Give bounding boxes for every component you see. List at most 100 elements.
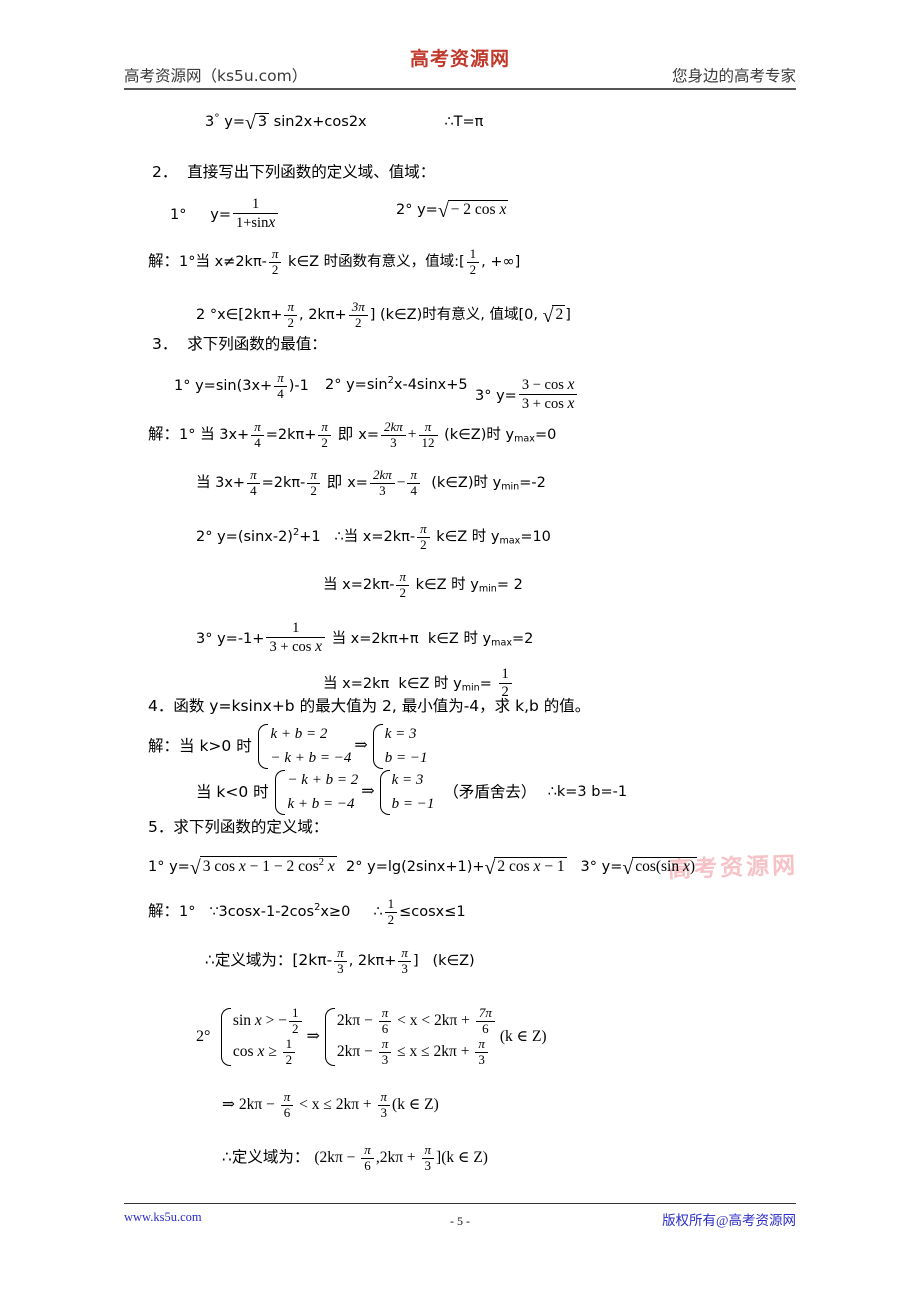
radicand: cos(sin x) (632, 857, 698, 875)
solution-2-prefix: 2 °x∈[2kπ+ (196, 307, 283, 324)
fraction-denominator: 3 + cos x (521, 394, 575, 412)
fraction: 3 − cos x3 + cos x (518, 376, 578, 413)
problem-3-solution-1: 解：1° 当 3x+ π 4 =2kπ+ π 2 即 x= 2kπ 3 + π 12 (k∈Z)时 … (148, 419, 557, 451)
problem-4-solution-case1: 解：当 k>0 时 k + b = 2 − k + b = −4 ⇒ k = 3 b =… (148, 722, 429, 771)
s4-b: < x ≤ 2kπ + (295, 1096, 376, 1114)
solution-1-prefix: 1°当 x≠2kπ- (179, 254, 267, 271)
item-marker-2: 2° (346, 859, 363, 876)
problem-2-item-2: 2° y=√ − 2 cos x (396, 200, 509, 221)
radicand: 2 (552, 305, 566, 323)
s5-a: ∴定义域为： (222, 1148, 310, 1167)
s6-b: k∈Z 时 ymin= (398, 675, 492, 694)
s1-plus: + (407, 426, 417, 444)
footer-divider (124, 1203, 796, 1204)
problem-5-solution-2c: ∴定义域为： (2kπ − π 6,2kπ + π 3](k ∈ Z) (222, 1142, 488, 1174)
system-row: 2kπ − π6 < x < 2kπ + 7π 6 (337, 1005, 497, 1037)
problem-3-heading: 3． 求下列函数的最值： (152, 335, 327, 353)
problem-3-item-2: 2° y=sin2x-4sinx+5 (325, 376, 468, 393)
fraction: π2 (268, 246, 282, 278)
problem-3-solution-3b: 当 x=2kπ k∈Z 时 ymin= 12 (323, 666, 514, 700)
footer-url[interactable]: www.ks5u.com (124, 1210, 202, 1225)
page-footer: www.ks5u.com - 5 - 版权所有@高考资源网 (124, 1210, 796, 1234)
fraction: 12 (466, 246, 480, 278)
item-marker-2: 2° (325, 376, 342, 393)
fraction: π4 (407, 467, 420, 499)
problem-4-heading: 4．函数 y=ksinx+b 的最大值为 2, 最小值为-4，求 k,b 的值。 (148, 697, 590, 715)
fraction: π2 (396, 569, 409, 601)
problem-2-heading: 2． 直接写出下列函数的定义域、值域： (152, 163, 436, 181)
equation-system-1: k + b = 2 − k + b = −4 (256, 722, 351, 771)
implies-arrow: ⇒ (306, 1027, 320, 1045)
system-row: k + b = −4 (287, 796, 355, 813)
s2-b: , 2kπ+ (348, 953, 397, 970)
system-row: k = 3 (384, 726, 417, 742)
fraction-numerator: 1 (232, 196, 279, 214)
item-1-expr-a: y=sin(3x+ (195, 378, 273, 395)
item-2-lhs: y=lg(2sinx+1)+ (367, 859, 485, 876)
s1-c: ∴ (373, 904, 383, 921)
fraction: π4 (247, 467, 260, 499)
s5-c: k∈Z 时 ymax=2 (427, 630, 534, 649)
s4-b: k∈Z 时 ymin= 2 (415, 577, 523, 595)
fraction: π6 (361, 1142, 374, 1174)
s5-b: (2kπ − (314, 1149, 360, 1167)
problem-2-title: 直接写出下列函数的定义域、值域： (187, 163, 436, 181)
item-marker: 3 (205, 114, 215, 130)
case-2-note: （矛盾舍去） (443, 782, 537, 801)
system-row: b = −1 (384, 750, 428, 767)
s1-d: ≤cosx≤1 (399, 904, 466, 921)
item-1-expr-b: )-1 (288, 378, 309, 395)
problem-4-title: 函数 y=ksinx+b 的最大值为 2, 最小值为-4，求 k,b 的值 (173, 697, 575, 715)
problem-5-solution-2: 2° sin x > −1 2 cos x ≥ 12 ⇒ 2kπ − π6 < x… (196, 1005, 547, 1068)
fraction: π2 (318, 419, 331, 451)
radicand: 3 cos x − 1 − 2 cos2 x (199, 856, 337, 875)
item-marker-3: 3° (580, 859, 597, 876)
s2-kz: (k∈Z) (432, 953, 475, 970)
s3-d: k∈Z 时 ymax=10 (436, 529, 551, 547)
fraction: 3π 2 (348, 299, 368, 331)
sub-marker: 1° (179, 904, 196, 921)
s6-a: 当 x=2kπ (323, 675, 390, 692)
footer-copyright: 版权所有@高考资源网 (662, 1213, 796, 1228)
system-row: − k + b = −4 (270, 750, 352, 767)
page-number: - 5 - (450, 1214, 470, 1228)
radical: √ 3 cos x − 1 − 2 cos2 x (190, 856, 337, 879)
solution-label: 解： (148, 902, 180, 921)
problem-4-conclusion: ∴k=3 b=-1 (547, 784, 628, 801)
s2-d: (k∈Z)时 ymin=-2 (431, 475, 546, 493)
problem-3-number: 3． (152, 335, 178, 353)
expression-lhs: y= (224, 114, 245, 130)
solution-2-mid2: ] (k∈Z)时有意义, 值域[0, (369, 307, 538, 324)
problem-2-solution-2: 2 °x∈[2kπ+ π 2, 2kπ+ 3π 2] (k∈Z)时有意义, 值域[0, … (196, 299, 571, 331)
fraction: π4 (274, 370, 287, 402)
item-marker-1: 1° (174, 378, 191, 395)
fraction: 2kπ 3 (380, 419, 406, 451)
solution-2-mid: , 2kπ+ (298, 307, 347, 324)
item-3-lhs: y= (496, 388, 517, 405)
item-marker-1: 1° (170, 206, 187, 223)
problem-5-number: 5． (148, 818, 174, 836)
solution-label: 解： (148, 252, 180, 271)
header-logo: 高考资源网 (409, 49, 511, 70)
s5-b: 当 x=2kπ+π (331, 630, 419, 647)
sub-marker: 2° (196, 1027, 211, 1045)
s4-arrow: ⇒ 2kπ − (222, 1096, 279, 1114)
fraction-numerator: 3 − cos x (518, 376, 578, 395)
s1-b: =2kπ+ (265, 427, 317, 444)
equation-system-3: − k + b = 2 k + b = −4 (273, 768, 358, 817)
system-row: sin x > −1 2 (233, 1005, 304, 1037)
equation-system-4: k = 3 b = −1 (378, 768, 435, 817)
equation-system-2: k = 3 b = −1 (371, 722, 428, 771)
solution-1-tail: , +∞] (481, 254, 521, 271)
s1-expr: ∵3cosx-1-2cos2x≥0 (209, 902, 351, 921)
header-slogan: 您身边的高考专家 (671, 67, 796, 85)
system-row: b = −1 (391, 796, 435, 813)
s3-expr: y=(sinx-2)2+1 (217, 527, 321, 546)
s2-a: ∴定义域为：[2kπ- (205, 951, 333, 970)
problem-5-solution-2b: ⇒ 2kπ − π6 < x ≤ 2kπ + π 3 (k ∈ Z) (222, 1089, 439, 1121)
s4-a: 当 x=2kπ- (323, 577, 395, 594)
system-row: − k + b = 2 (287, 772, 359, 788)
system-row: 2kπ − π3 ≤ x ≤ 2kπ + π3 (337, 1036, 497, 1068)
fraction: π6 (280, 1089, 294, 1121)
item-marker-1: 1° (148, 859, 165, 876)
